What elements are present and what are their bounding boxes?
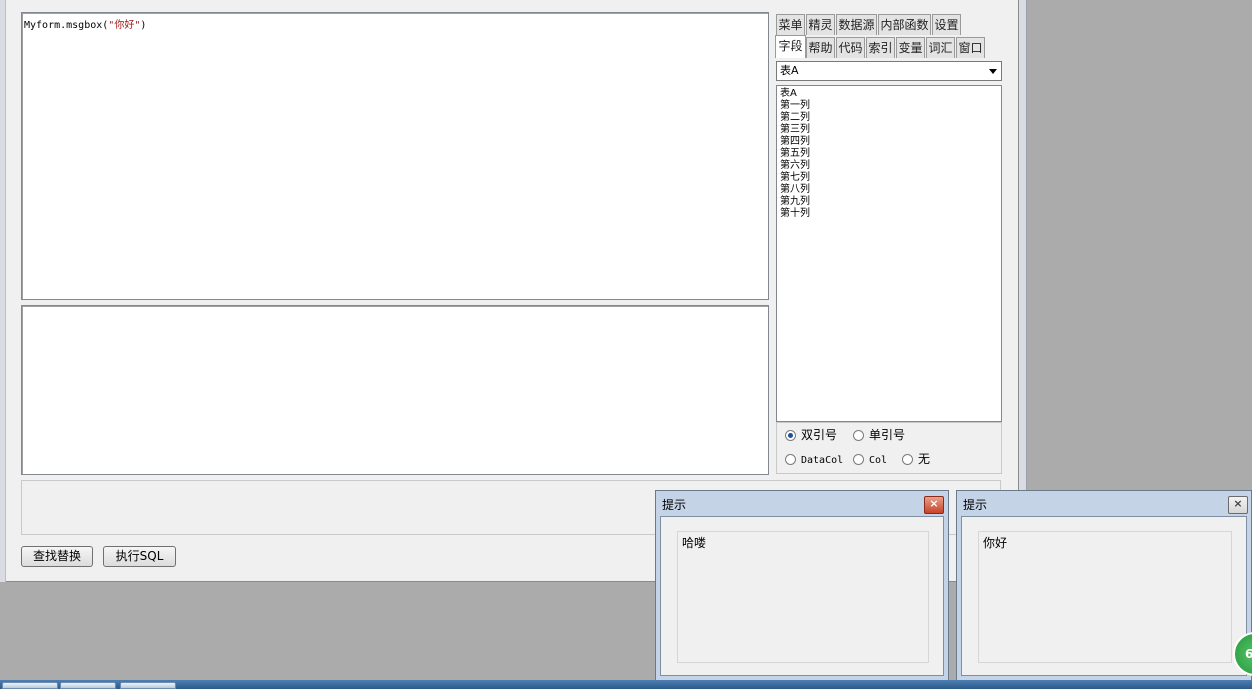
close-icon[interactable]: × [924, 496, 944, 514]
radio-col[interactable]: Col [853, 452, 887, 468]
list-item[interactable]: 第二列 [780, 112, 998, 124]
dialog-message: 哈喽 [677, 531, 929, 663]
close-icon[interactable]: × [1228, 496, 1248, 514]
radio-label: 无 [918, 452, 931, 466]
tab-vocabulary[interactable]: 词汇 [926, 37, 955, 58]
radio-unchecked-icon[interactable] [853, 454, 864, 465]
radio-label: 单引号 [869, 428, 906, 442]
tab-menu[interactable]: 菜单 [776, 14, 805, 35]
list-item[interactable]: 第九列 [780, 196, 998, 208]
tab-variables[interactable]: 变量 [896, 37, 925, 58]
list-item[interactable]: 第八列 [780, 184, 998, 196]
quote-option-group: 双引号 单引号 DataCol Col 无 [776, 422, 1002, 474]
tab-code[interactable]: 代码 [836, 37, 865, 58]
tab-settings[interactable]: 设置 [932, 14, 961, 35]
radio-unchecked-icon[interactable] [853, 430, 864, 441]
radio-unchecked-icon[interactable] [902, 454, 913, 465]
code-string-literal: "你好" [108, 20, 141, 31]
dialog-title: 提示 [963, 498, 988, 512]
radio-label: Col [869, 455, 888, 466]
dialog-body: 哈喽 [660, 516, 944, 676]
taskbar [0, 680, 1252, 689]
radio-datacol[interactable]: DataCol [785, 452, 843, 468]
find-replace-button[interactable]: 查找替换 [21, 546, 93, 567]
tab-wizard[interactable]: 精灵 [806, 14, 835, 35]
tab-help[interactable]: 帮助 [806, 37, 835, 58]
list-item[interactable]: 表A [780, 88, 998, 100]
radio-none[interactable]: 无 [902, 452, 930, 466]
radio-checked-icon[interactable] [785, 430, 796, 441]
dialog-title: 提示 [662, 498, 687, 512]
field-list[interactable]: 表A 第一列 第二列 第三列 第四列 第五列 第六列 第七列 第八列 第九列 第… [776, 85, 1002, 422]
dialog-body: 你好 [961, 516, 1247, 676]
taskbar-app-button[interactable] [120, 682, 176, 689]
list-item[interactable]: 第三列 [780, 124, 998, 136]
list-item[interactable]: 第十列 [780, 208, 998, 220]
list-item[interactable]: 第六列 [780, 160, 998, 172]
radio-double-quote[interactable]: 双引号 [785, 428, 837, 442]
table-select[interactable]: 表A [776, 61, 1002, 81]
code-line: Myform.msgbox("你好") [24, 16, 146, 31]
radio-label: DataCol [801, 455, 844, 466]
table-select-value: 表A [780, 64, 799, 77]
list-item[interactable]: 第七列 [780, 172, 998, 184]
chevron-down-icon[interactable] [989, 69, 997, 74]
code-editor[interactable]: Myform.msgbox("你好") [21, 12, 769, 300]
taskbar-app-button[interactable] [2, 682, 58, 689]
list-item[interactable]: 第四列 [780, 136, 998, 148]
window-frame-left [0, 0, 6, 582]
radio-single-quote[interactable]: 单引号 [853, 428, 905, 442]
code-suffix: ) [140, 20, 147, 31]
radio-unchecked-icon[interactable] [785, 454, 796, 465]
tab-builtin-functions[interactable]: 内部函数 [878, 14, 931, 35]
message-dialog-1: 提示 × 哈喽 [655, 490, 949, 681]
radio-label: 双引号 [801, 428, 838, 442]
taskbar-app-button[interactable] [60, 682, 116, 689]
code-prefix: Myform.msgbox( [24, 20, 109, 31]
run-sql-button[interactable]: 执行SQL [103, 546, 176, 567]
list-item[interactable]: 第五列 [780, 148, 998, 160]
tab-datasource[interactable]: 数据源 [836, 14, 877, 35]
dialog-message: 你好 [978, 531, 1232, 663]
output-box[interactable] [21, 305, 769, 475]
tab-index[interactable]: 索引 [866, 37, 895, 58]
message-dialog-2: 提示 × 你好 [956, 490, 1252, 681]
list-item[interactable]: 第一列 [780, 100, 998, 112]
tab-fields[interactable]: 字段 [775, 35, 806, 58]
tab-window[interactable]: 窗口 [956, 37, 985, 58]
